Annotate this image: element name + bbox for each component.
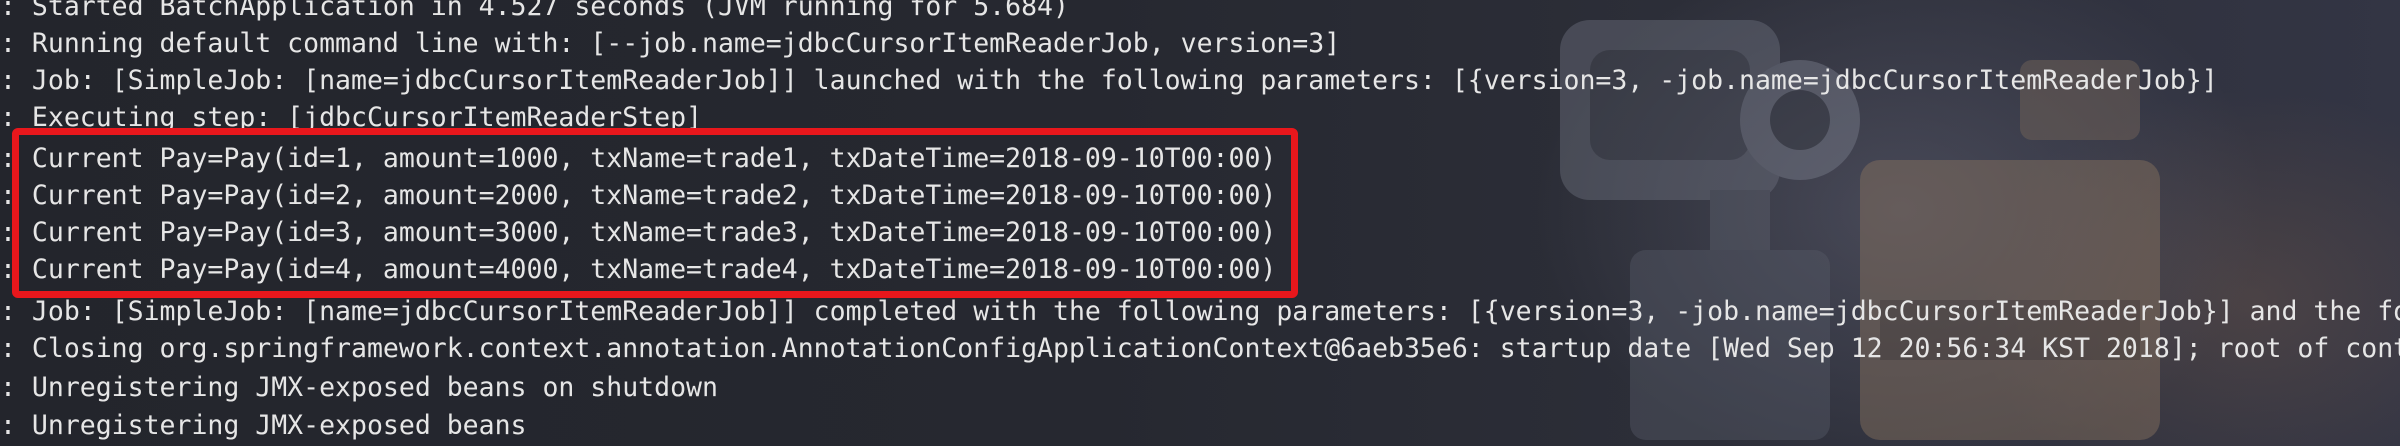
highlight-annotation-box	[12, 128, 1298, 298]
log-line: : Running default command line with: [--…	[0, 28, 1341, 59]
log-line: : Job: [SimpleJob: [name=jdbcCursorItemR…	[0, 65, 2218, 96]
log-line: : Unregistering JMX-exposed beans on shu…	[0, 372, 718, 403]
log-line: : Closing org.springframework.context.an…	[0, 333, 2400, 364]
log-line: : Started BatchApplication in 4.527 seco…	[0, 0, 1069, 22]
log-line: : Job: [SimpleJob: [name=jdbcCursorItemR…	[0, 296, 2400, 327]
log-line: : Unregistering JMX-exposed beans	[0, 410, 527, 441]
